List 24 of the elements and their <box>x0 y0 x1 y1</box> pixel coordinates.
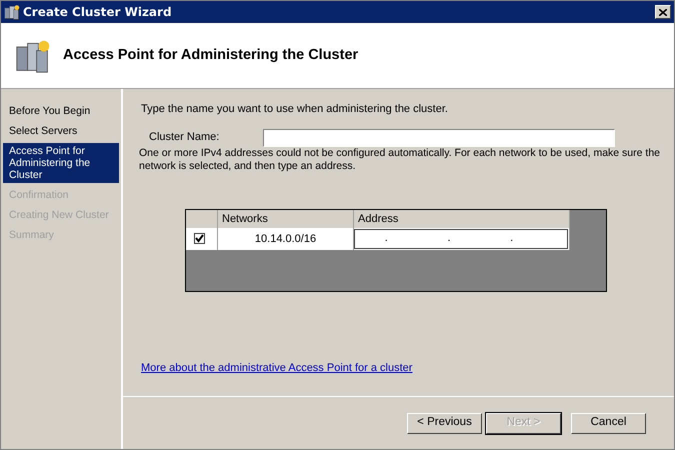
wizard-step[interactable]: Select Servers <box>3 123 119 139</box>
dot-separator: . <box>447 231 451 246</box>
table-cell: 10.14.0.0/16 <box>218 228 354 250</box>
checkbox[interactable] <box>194 232 205 244</box>
wizard-button[interactable]: Cancel <box>571 412 646 434</box>
instruction-text: Type the name you want to use when administering the cluster. <box>141 102 449 117</box>
close-icon <box>659 8 667 16</box>
wizard-step[interactable]: Access Point for Administering the Cluster <box>3 143 119 183</box>
server-icon <box>15 38 51 74</box>
cluster-name-field[interactable] <box>263 128 615 146</box>
window-title: Create Cluster Wizard <box>23 4 172 21</box>
column-header[interactable]: Address <box>354 210 570 228</box>
field-label: Cluster Name: <box>149 130 220 146</box>
wizard-step[interactable]: Before You Begin <box>3 103 119 119</box>
close-button[interactable] <box>655 5 671 19</box>
dot-separator: . <box>510 231 514 246</box>
column-header[interactable]: Networks <box>218 210 354 228</box>
page-title: Access Point for Administering the Cluster <box>63 46 358 65</box>
note-text: One or more IPv4 addresses could not be configured automatically. For each network to be used, make sure the network is selected, and then type an address. <box>139 146 662 172</box>
wizard-button[interactable]: < Previous <box>407 412 482 434</box>
server-icon <box>4 4 20 20</box>
help-link[interactable]: More about the administrative Access Point for a cluster <box>141 360 412 376</box>
dot-separator: . <box>384 231 388 246</box>
address-field[interactable]: . . . <box>354 228 568 248</box>
